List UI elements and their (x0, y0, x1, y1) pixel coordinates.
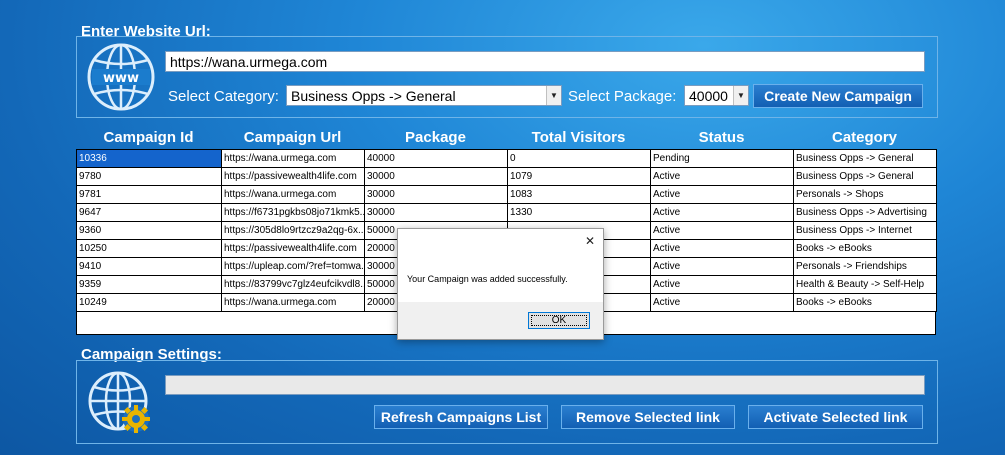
cell-category[interactable]: Business Opps -> Internet (793, 221, 937, 240)
cell-package[interactable]: 30000 (364, 203, 508, 222)
campaign-settings-field[interactable] (165, 375, 925, 395)
cell-category[interactable]: Business Opps -> General (793, 167, 937, 186)
package-select[interactable]: 40000 ▼ (684, 85, 749, 106)
cell-campaign-id[interactable]: 10250 (76, 239, 222, 258)
cell-campaign-url[interactable]: https://wana.urmega.com (221, 185, 365, 204)
campaign-settings-group (76, 360, 938, 444)
cell-total-visitors[interactable]: 1079 (507, 167, 651, 186)
website-url-input[interactable]: https://wana.urmega.com (165, 51, 925, 72)
cell-status[interactable]: Active (650, 203, 794, 222)
cell-campaign-url[interactable]: https://passivewealth4life.com (221, 167, 365, 186)
chevron-down-icon[interactable]: ▼ (546, 86, 561, 105)
cell-category[interactable]: Personals -> Shops (793, 185, 937, 204)
category-label: Select Category: (168, 88, 279, 105)
cell-campaign-id[interactable]: 9359 (76, 275, 222, 294)
activate-selected-link-button[interactable]: Activate Selected link (748, 405, 923, 429)
cell-category[interactable]: Books -> eBooks (793, 239, 937, 258)
cell-campaign-url[interactable]: https://upleap.com/?ref=tomwa... (221, 257, 365, 276)
create-campaign-button[interactable]: Create New Campaign (753, 84, 923, 108)
cell-total-visitors[interactable]: 1330 (507, 203, 651, 222)
cell-campaign-id[interactable]: 9781 (76, 185, 222, 204)
cell-category[interactable]: Personals -> Friendships (793, 257, 937, 276)
column-header-package: Package (405, 129, 466, 146)
dialog-body (398, 229, 603, 302)
table-row[interactable]: 10336 https://wana.urmega.com 40000 0 Pendin… (76, 149, 937, 168)
remove-selected-link-button[interactable]: Remove Selected link (561, 405, 735, 429)
cell-status[interactable]: Pending (650, 149, 794, 168)
chevron-down-icon[interactable]: ▼ (733, 86, 748, 105)
cell-campaign-id[interactable]: 9360 (76, 221, 222, 240)
ok-button[interactable]: OK (528, 312, 590, 329)
column-header-campaign-url: Campaign Url (243, 129, 342, 146)
cell-total-visitors[interactable]: 1083 (507, 185, 651, 204)
close-icon[interactable]: ✕ (582, 233, 598, 249)
globe-gear-icon (86, 369, 156, 439)
cell-campaign-url[interactable]: https://passivewealth4life.com (221, 239, 365, 258)
cell-package[interactable]: 30000 (364, 167, 508, 186)
column-header-campaign-id: Campaign Id (103, 129, 194, 146)
cell-status[interactable]: Active (650, 275, 794, 294)
cell-category[interactable]: Books -> eBooks (793, 293, 937, 312)
cell-total-visitors[interactable]: 0 (507, 149, 651, 168)
table-row[interactable]: 9647 https://f6731pgkbs08jo71kmk5... 30000… (76, 203, 937, 222)
package-select-value: 40000 (689, 88, 728, 104)
package-label: Select Package: (568, 88, 677, 105)
cell-campaign-id[interactable]: 9780 (76, 167, 222, 186)
cell-package[interactable]: 40000 (364, 149, 508, 168)
cell-campaign-url[interactable]: https://f6731pgkbs08jo71kmk5... (221, 203, 365, 222)
category-select-value: Business Opps -> General (291, 88, 456, 104)
cell-campaign-id[interactable]: 10336 (76, 149, 222, 168)
cell-campaign-url[interactable]: https://wana.urmega.com (221, 293, 365, 312)
success-dialog: ✕ Your Campaign was added successfully. … (397, 228, 604, 340)
category-select[interactable]: Business Opps -> General ▼ (286, 85, 562, 106)
cell-campaign-url[interactable]: https://wana.urmega.com (221, 149, 365, 168)
dialog-message: Your Campaign was added successfully. (407, 274, 568, 284)
cell-category[interactable]: Business Opps -> Advertising (793, 203, 937, 222)
svg-text:www: www (103, 71, 139, 86)
cell-status[interactable]: Active (650, 167, 794, 186)
column-header-total-visitors: Total Visitors (531, 129, 626, 146)
cell-campaign-id[interactable]: 10249 (76, 293, 222, 312)
cell-category[interactable]: Health & Beauty -> Self-Help (793, 275, 937, 294)
column-header-status: Status (698, 129, 745, 146)
www-globe-icon: www (86, 42, 156, 112)
column-header-category: Category (831, 129, 898, 146)
cell-status[interactable]: Active (650, 239, 794, 258)
cell-status[interactable]: Active (650, 293, 794, 312)
table-row[interactable]: 9781 https://wana.urmega.com 30000 1083 Acti… (76, 185, 937, 204)
cell-campaign-id[interactable]: 9410 (76, 257, 222, 276)
cell-status[interactable]: Active (650, 185, 794, 204)
table-row[interactable]: 9780 https://passivewealth4life.com 30000 1… (76, 167, 937, 186)
refresh-campaigns-button[interactable]: Refresh Campaigns List (374, 405, 548, 429)
cell-package[interactable]: 30000 (364, 185, 508, 204)
cell-status[interactable]: Active (650, 257, 794, 276)
cell-category[interactable]: Business Opps -> General (793, 149, 937, 168)
cell-campaign-id[interactable]: 9647 (76, 203, 222, 222)
cell-status[interactable]: Active (650, 221, 794, 240)
cell-campaign-url[interactable]: https://83799vc7glz4eufcikvdl8... (221, 275, 365, 294)
cell-campaign-url[interactable]: https://305d8lo9rtzcz9a2qg-6x... (221, 221, 365, 240)
